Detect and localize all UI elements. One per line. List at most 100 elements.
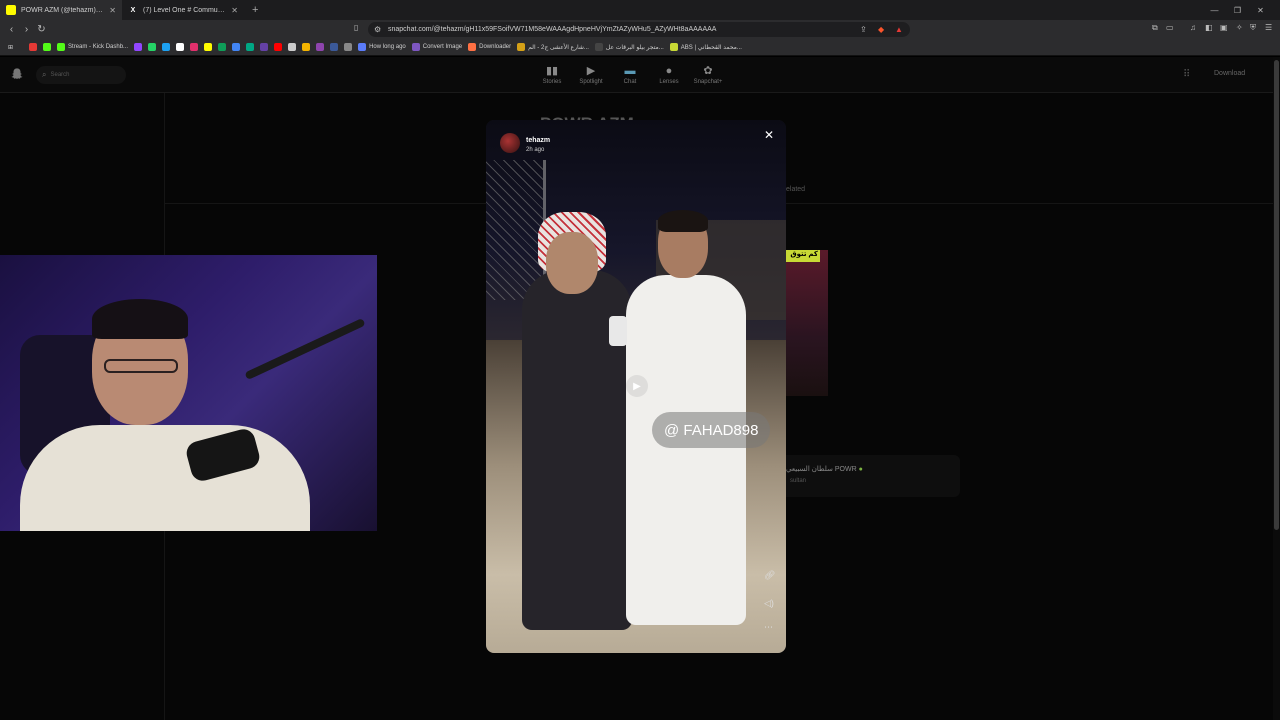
x-favicon-icon: X — [130, 6, 136, 14]
story-username[interactable]: tehazm — [526, 137, 550, 144]
new-tab-button[interactable]: + — [244, 4, 266, 16]
bookmark-favicon-icon — [517, 43, 526, 51]
bookmark-label: How long ago — [369, 44, 406, 50]
bookmark-item[interactable] — [187, 43, 201, 51]
related-profile-card[interactable] — [780, 455, 960, 497]
wallet-icon[interactable]: ▭ — [1166, 23, 1174, 32]
bookmark-item[interactable] — [173, 43, 187, 51]
snapchat-ghost-icon[interactable] — [10, 67, 24, 81]
bookmark-favicon-icon — [246, 43, 255, 51]
bookmark-item[interactable]: Downloader — [465, 43, 514, 51]
bookmark-favicon-icon — [358, 43, 367, 51]
bookmark-item[interactable] — [159, 43, 173, 51]
bookmark-item[interactable] — [131, 43, 145, 51]
bookmark-item[interactable] — [257, 43, 271, 51]
tab-icon[interactable]: ▣ — [1220, 23, 1228, 32]
related-thumbnail[interactable] — [786, 250, 828, 396]
back-icon[interactable]: ‹ — [4, 24, 19, 35]
nav-spotlight[interactable]: ▶ Spotlight — [571, 64, 611, 85]
bookmark-icon[interactable]: ▯ — [354, 23, 358, 32]
url-field[interactable]: ⚙ snapchat.com/@tehazm/gH11x59FSoifVW71M… — [368, 22, 910, 37]
bookmark-list: Stream - Kick Dashb... How long ago Conver… — [26, 43, 745, 51]
extensions-icon[interactable]: ⧉ — [1152, 23, 1158, 33]
leo-icon[interactable]: ✧ — [1236, 23, 1243, 32]
bookmark-favicon-icon — [148, 43, 157, 51]
story-viewer[interactable]: tehazm 2h ago ✕ ▶ @ FAHAD898 🔗︎ ◁) ⋯ — [486, 120, 786, 653]
nav-stories[interactable]: ▮▮ Stories — [532, 64, 572, 85]
bookmark-item[interactable] — [145, 43, 159, 51]
bookmark-favicon-icon — [274, 43, 283, 51]
bookmark-label: ABS | محمد القحطاني... — [680, 44, 742, 51]
bookmark-favicon-icon — [190, 43, 199, 51]
search-placeholder: Search — [50, 72, 70, 78]
media-icon[interactable]: ♫ — [1190, 23, 1196, 32]
nav-label: Stories — [542, 79, 562, 85]
vpn-icon[interactable]: ⛨ — [1250, 23, 1256, 33]
bookmark-item[interactable] — [271, 43, 285, 51]
bookmark-item[interactable] — [299, 43, 313, 51]
nav-label: Lenses — [659, 79, 679, 85]
bookmark-label: شارع الأعشى ج2 - الم... — [528, 44, 589, 51]
bookmark-item[interactable] — [215, 43, 229, 51]
nav-chat[interactable]: ▬ Chat — [610, 64, 650, 86]
bookmark-item[interactable] — [243, 43, 257, 51]
bookmark-item[interactable]: How long ago — [355, 43, 409, 51]
bookmark-item[interactable] — [40, 43, 54, 51]
menu-icon[interactable]: ☰ — [1265, 23, 1272, 32]
bookmark-label: Downloader — [479, 44, 512, 50]
close-icon[interactable]: ✕ — [764, 128, 774, 142]
bookmark-item[interactable]: متجر بيلو البرقات عل... — [592, 43, 667, 51]
chat-icon: ▬ — [624, 64, 636, 77]
scrollbar-thumb[interactable] — [1274, 60, 1279, 530]
nav-snapchat-plus[interactable]: ✿ Snapchat+ — [688, 64, 728, 85]
bookmark-item[interactable] — [327, 43, 341, 51]
bookmark-item[interactable] — [26, 43, 40, 51]
nav-lenses[interactable]: ● Lenses — [649, 64, 689, 86]
snapchat-plus-icon: ✿ — [703, 65, 713, 77]
bookmark-item[interactable] — [201, 43, 215, 51]
play-icon[interactable]: ▶ — [626, 375, 648, 397]
grid-menu-icon[interactable]: ⠿ — [1183, 69, 1190, 80]
related-tab[interactable]: elated — [786, 186, 805, 193]
brave-shield-icon[interactable]: ◆ — [878, 25, 884, 34]
tab-x-community[interactable]: X (7) Level One # Community / X ✕ — [122, 0, 244, 20]
more-icon[interactable]: ⋯ — [764, 622, 773, 633]
bookmark-favicon-icon — [344, 43, 353, 51]
avatar[interactable] — [500, 133, 520, 153]
bookmark-favicon-icon — [468, 43, 477, 51]
bookmark-item[interactable]: Convert Image — [409, 43, 465, 51]
browser-tab-bar: POWR AZM (@tehazm) | Snapchat ✕ X (7) Le… — [0, 0, 1280, 20]
close-icon[interactable]: ✕ — [231, 6, 238, 15]
minimize-icon[interactable]: — — [1203, 6, 1226, 15]
site-info-icon[interactable]: ⚙ — [374, 25, 381, 34]
forward-icon[interactable]: › — [19, 24, 34, 35]
download-button[interactable]: Download — [1214, 70, 1245, 77]
sound-icon[interactable]: ◁) — [764, 598, 774, 609]
bookmark-item[interactable]: شارع الأعشى ج2 - الم... — [514, 43, 592, 51]
apps-icon[interactable]: ⊞ — [5, 44, 16, 51]
mention-sticker[interactable]: @ FAHAD898 — [652, 412, 771, 448]
bookmark-label: Stream - Kick Dashb... — [68, 44, 129, 50]
close-icon[interactable]: ✕ — [109, 6, 116, 15]
share-icon[interactable]: ⇪ — [860, 25, 867, 34]
url-text: snapchat.com/@tehazm/gH11x59FSoifVW71M58… — [388, 26, 717, 33]
mic-arm — [244, 317, 366, 381]
maximize-icon[interactable]: ❐ — [1226, 6, 1249, 15]
rewards-icon[interactable]: ▲ — [895, 25, 903, 34]
sidebar-icon[interactable]: ◧ — [1205, 23, 1213, 32]
bookmark-favicon-icon — [204, 43, 213, 51]
close-window-icon[interactable]: ✕ — [1249, 6, 1272, 15]
bookmark-item[interactable] — [341, 43, 355, 51]
bookmark-item[interactable] — [285, 43, 299, 51]
bookmark-item[interactable]: ABS | محمد القحطاني... — [667, 43, 745, 51]
link-icon[interactable]: 🔗︎ — [764, 570, 775, 581]
bookmark-item[interactable] — [229, 43, 243, 51]
search-input[interactable]: ⌕ Search — [36, 66, 126, 84]
address-bar-row: ‹ › ↻ ▯ ⚙ snapchat.com/@tehazm/gH11x59FS… — [0, 20, 1280, 39]
tab-title: (7) Level One # Community / X — [143, 6, 227, 14]
bookmark-item[interactable]: Stream - Kick Dashb... — [54, 43, 131, 51]
reload-icon[interactable]: ↻ — [34, 24, 49, 35]
bookmark-item[interactable] — [313, 43, 327, 51]
streamer-shirt — [20, 425, 310, 531]
tab-snapchat[interactable]: POWR AZM (@tehazm) | Snapchat ✕ — [0, 0, 122, 20]
